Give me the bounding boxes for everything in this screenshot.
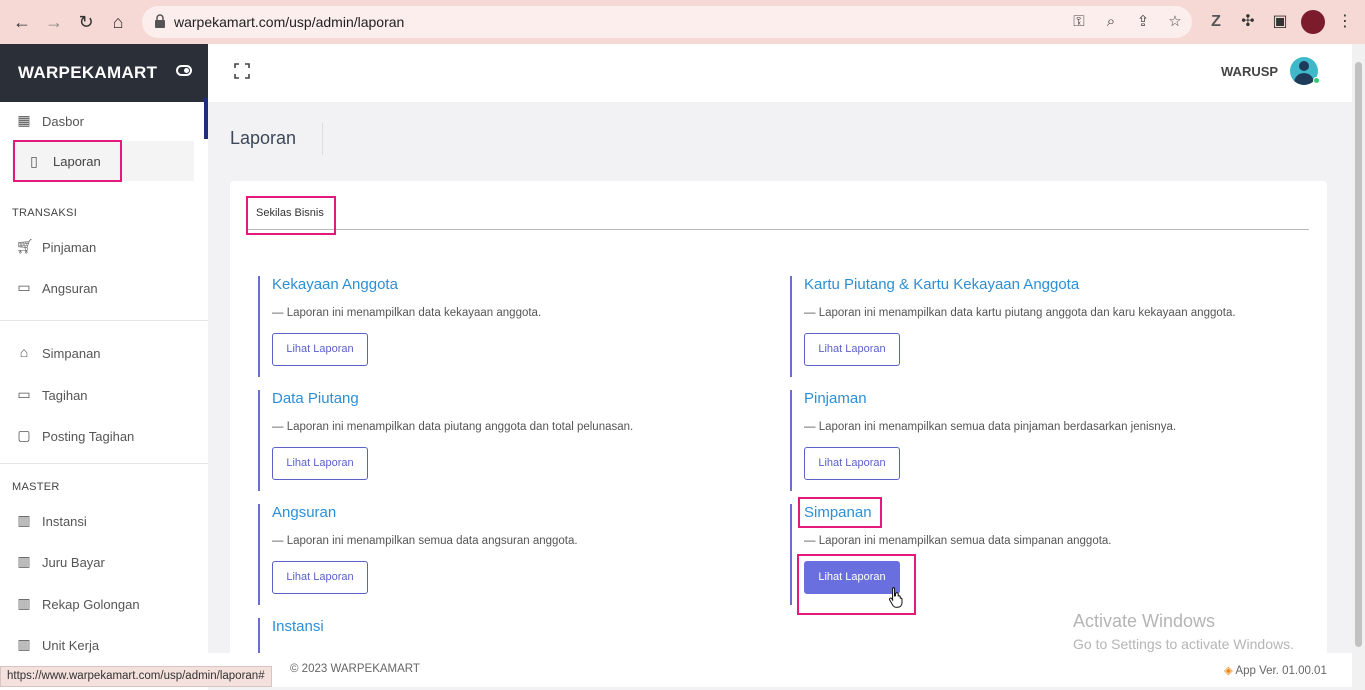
footer: © 2023 WARPEKAMART App Ver. 01.00.01 [208, 653, 1352, 687]
report-description: — Laporan ini menampilkan data piutang a… [272, 421, 634, 433]
money-icon: ▭ [17, 386, 31, 402]
page-title: Laporan [230, 128, 297, 148]
home-icon[interactable]: ⌂ [106, 10, 130, 34]
windows-watermark-title: Activate Windows [1073, 611, 1216, 631]
sidebar-item-label: Unit Kerja [42, 638, 100, 653]
sidebar-item-dasbor[interactable]: ▦ Dasbor [0, 106, 208, 136]
title-separator [322, 123, 323, 155]
note-icon: ▢ [17, 427, 31, 443]
lock-icon [155, 14, 165, 28]
bank-icon: ⌂ [19, 344, 29, 360]
report-angsuran: Angsuran — Laporan ini menampilkan semua… [258, 504, 758, 605]
sidebar-item-posting-tagihan[interactable]: ▢ Posting Tagihan [0, 421, 208, 451]
online-status-dot [1313, 77, 1320, 84]
reload-icon[interactable]: ↻ [74, 10, 98, 34]
brand-logo[interactable]: WARPEKAMART [18, 63, 157, 83]
sidebar-item-angsuran[interactable]: ▭ Angsuran [0, 273, 208, 303]
cart-icon: 🛒︎ [16, 238, 34, 254]
link-status-bar: https://www.warpekamart.com/usp/admin/la… [0, 666, 272, 687]
zoom-icon[interactable]: ⌕ [1102, 13, 1120, 31]
star-icon[interactable]: ☆ [1166, 13, 1184, 31]
report-title[interactable]: Angsuran [272, 504, 758, 521]
view-report-button[interactable]: Lihat Laporan [804, 447, 900, 480]
sidebar-item-instansi[interactable]: ▥ Instansi [0, 506, 208, 536]
book-icon: ▥ [17, 553, 31, 569]
windows-watermark-subtitle: Go to Settings to activate Windows. [1073, 636, 1294, 652]
report-data-piutang: Data Piutang — Laporan ini menampilkan d… [258, 390, 758, 491]
view-report-button[interactable]: Lihat Laporan [272, 561, 368, 594]
sidebar-item-label: Posting Tagihan [42, 429, 135, 444]
sidebar-item-label: Tagihan [42, 388, 88, 403]
report-title[interactable]: Kekayaan Anggota [272, 276, 758, 293]
hand-cursor-icon [888, 587, 903, 608]
report-kekayaan-anggota: Kekayaan Anggota — Laporan ini menampilk… [258, 276, 758, 377]
report-title[interactable]: Kartu Piutang & Kartu Kekayaan Anggota [804, 276, 1310, 293]
sidebar-item-tagihan[interactable]: ▭ Tagihan [0, 380, 208, 410]
sidebar-item-label: Dasbor [42, 114, 84, 129]
book-icon: ▥ [17, 595, 31, 611]
sidebar-item-label: Pinjaman [42, 240, 97, 255]
report-description: — Laporan ini menampilkan semua data ang… [272, 535, 578, 547]
highlight-box [798, 497, 882, 528]
book-icon: ▥ [17, 636, 31, 652]
sidepanel-icon[interactable]: ▣ [1269, 11, 1291, 33]
divider [0, 463, 208, 464]
sidebar-item-simpanan[interactable]: ⌂ Simpanan [0, 338, 208, 368]
footer-copyright: © 2023 WARPEKAMART [290, 663, 420, 675]
divider [0, 320, 208, 321]
report-description: — Laporan ini menampilkan data kekayaan … [272, 307, 542, 319]
address-bar[interactable]: warpekamart.com/usp/admin/laporan ⚿ ⌕ ⇪ … [142, 6, 1192, 38]
sidebar-item-label: Juru Bayar [42, 555, 105, 570]
report-description: — Laporan ini menampilkan semua data pin… [804, 421, 1177, 433]
view-report-button[interactable]: Lihat Laporan [804, 333, 900, 366]
sidebar-item-rekap-golongan[interactable]: ▥ Rekap Golongan [0, 589, 208, 619]
active-indicator [204, 98, 208, 139]
profile-avatar[interactable] [1301, 10, 1325, 34]
scrollbar-thumb[interactable] [1355, 62, 1362, 647]
money-icon: ▭ [17, 279, 31, 295]
menu-icon[interactable]: ⋮ [1334, 11, 1356, 33]
extension-z-icon[interactable]: Z [1205, 11, 1227, 33]
back-icon[interactable]: ← [10, 10, 34, 34]
report-title[interactable]: Data Piutang [272, 390, 758, 407]
report-pinjaman: Pinjaman — Laporan ini menampilkan semua… [790, 390, 1310, 491]
sidebar-item-unit-kerja[interactable]: ▥ Unit Kerja [0, 630, 208, 660]
page-scrollbar[interactable] [1352, 44, 1365, 690]
sidebar-item-label: Angsuran [42, 281, 98, 296]
forward-icon[interactable]: → [42, 10, 66, 34]
book-icon: ▥ [17, 512, 31, 528]
tab-underline [246, 229, 1309, 230]
sidebar-item-label: Simpanan [42, 346, 101, 361]
user-name[interactable]: WARUSP [1221, 64, 1278, 79]
sidebar-item-pinjaman[interactable]: 🛒︎ Pinjaman [0, 232, 208, 262]
puzzle-icon[interactable]: ✣ [1237, 11, 1259, 33]
map-icon: ▦ [17, 112, 31, 128]
report-description: — Laporan ini menampilkan semua data sim… [804, 535, 1112, 547]
sidebar-item-juru-bayar[interactable]: ▥ Juru Bayar [0, 547, 208, 577]
key-icon[interactable]: ⚿ [1070, 13, 1088, 31]
report-title[interactable]: Instansi [272, 618, 758, 635]
sidebar-item-label: Instansi [42, 514, 87, 529]
section-master: MASTER [12, 481, 60, 493]
view-report-button[interactable]: Lihat Laporan [272, 447, 368, 480]
highlight-box [13, 140, 122, 182]
sidebar-toggle-icon[interactable] [176, 65, 192, 76]
report-description: — Laporan ini menampilkan data kartu piu… [804, 307, 1236, 319]
footer-version: App Ver. 01.00.01 [1224, 663, 1326, 677]
highlight-box [246, 196, 336, 235]
fullscreen-icon[interactable] [234, 63, 250, 79]
sidebar-item-label: Rekap Golongan [42, 597, 140, 612]
report-title[interactable]: Pinjaman [804, 390, 1310, 407]
view-report-button[interactable]: Lihat Laporan [272, 333, 368, 366]
topbar: WARUSP [208, 44, 1352, 102]
url-text[interactable]: warpekamart.com/usp/admin/laporan [174, 14, 404, 30]
report-instansi: Instansi [258, 618, 758, 653]
brand-bar: WARPEKAMART [0, 44, 208, 102]
section-transaksi: TRANSAKSI [12, 207, 78, 219]
browser-toolbar: ← → ↻ ⌂ warpekamart.com/usp/admin/lapora… [0, 0, 1365, 44]
share-icon[interactable]: ⇪ [1134, 13, 1152, 31]
report-kartu-piutang: Kartu Piutang & Kartu Kekayaan Anggota —… [790, 276, 1310, 377]
